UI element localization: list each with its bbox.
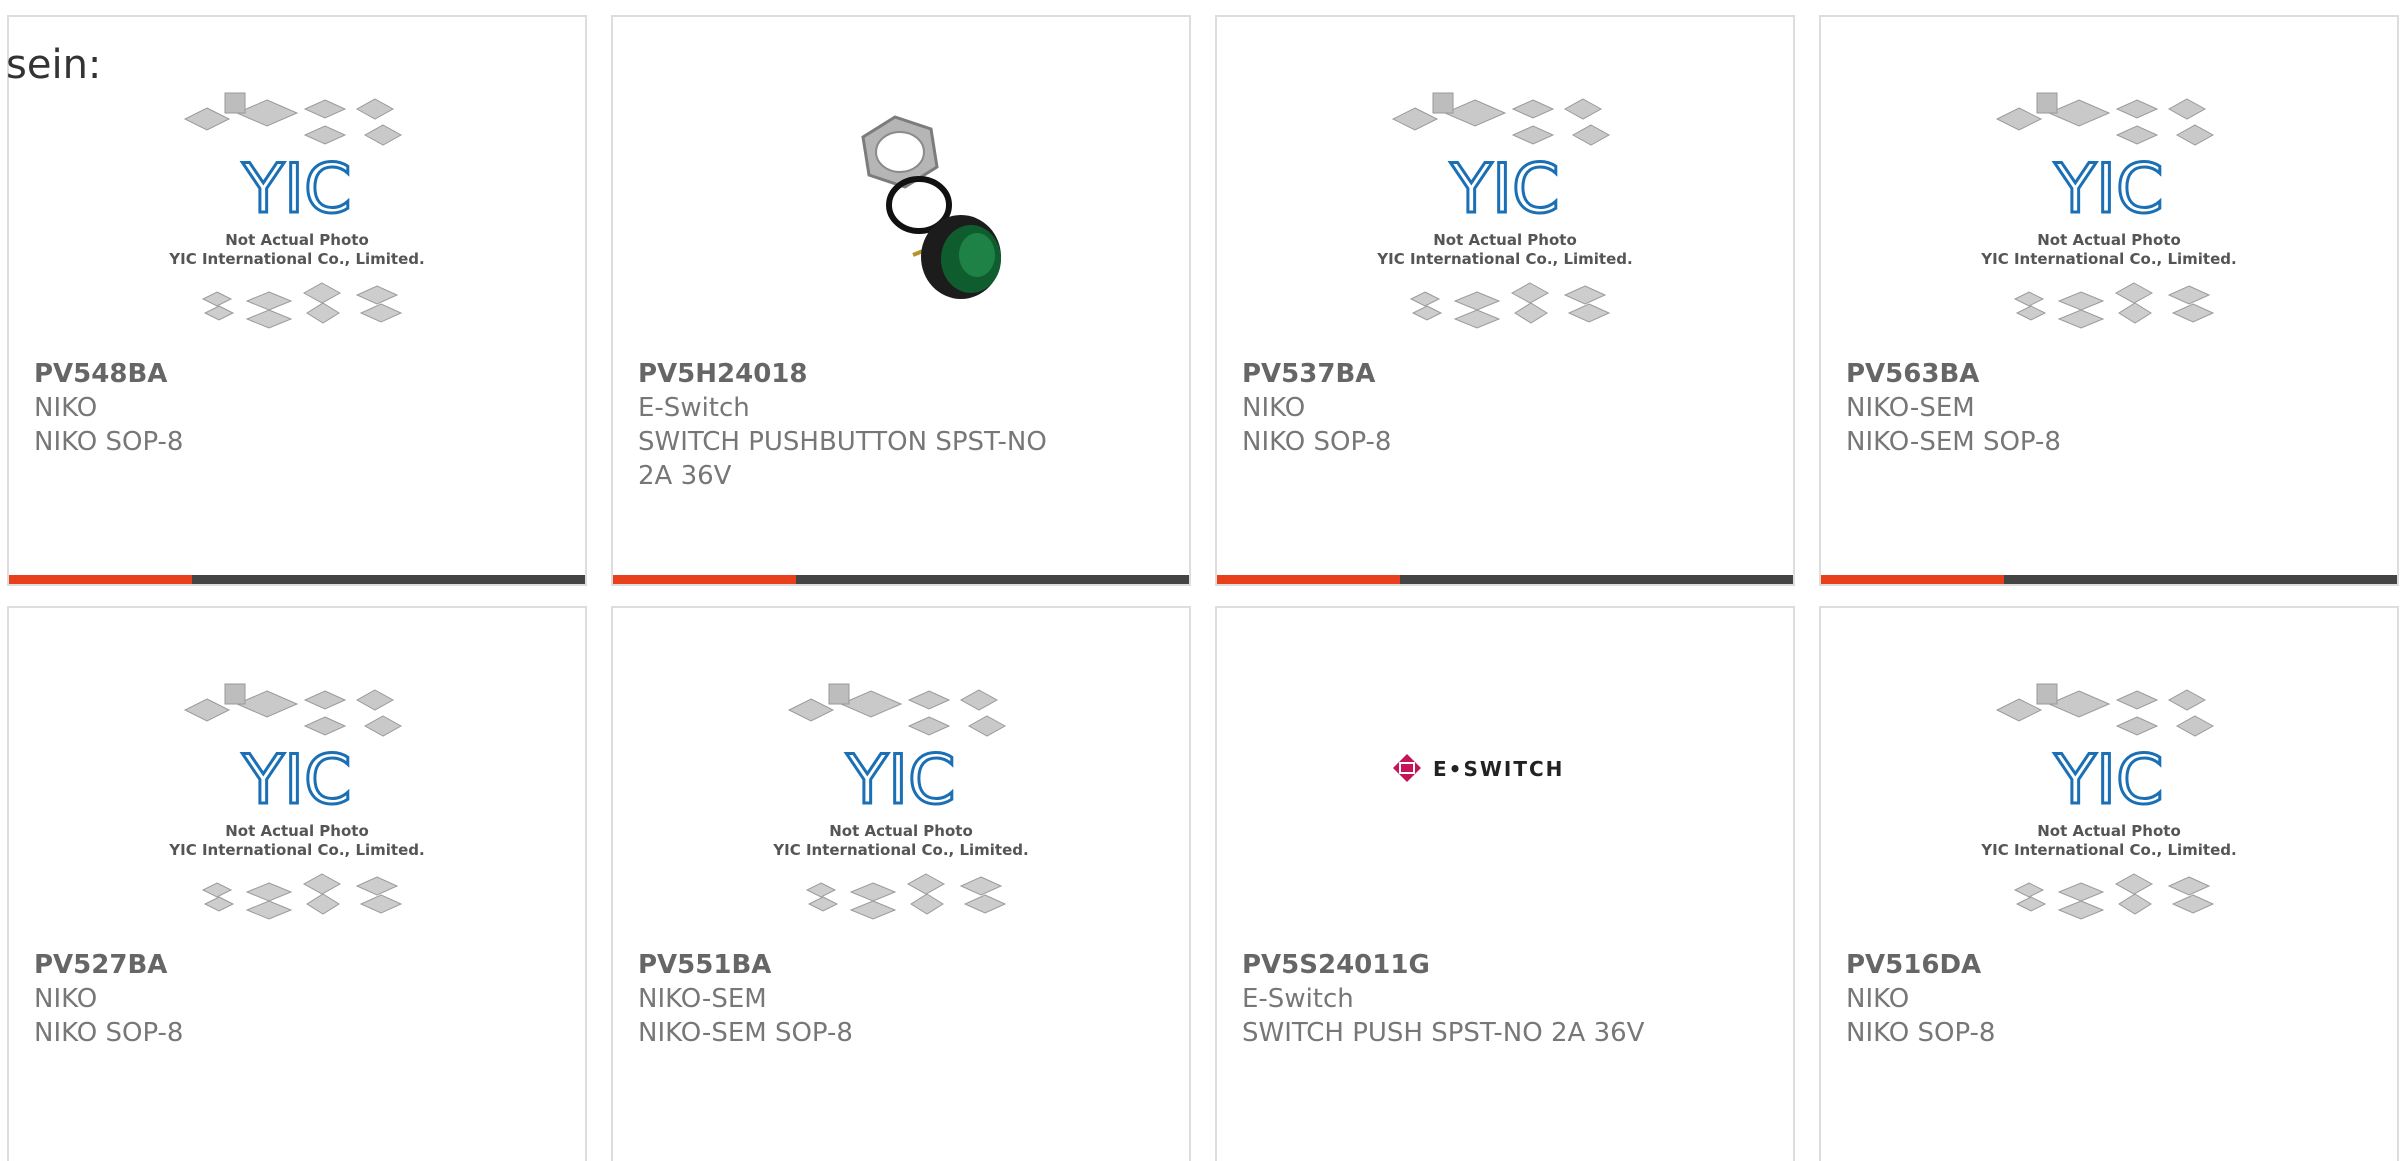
intro-text: sein:	[6, 42, 102, 88]
chip-icons-bottom	[201, 873, 403, 920]
chip-icons-top	[1995, 92, 2215, 146]
yic-logo: YIC	[845, 741, 955, 820]
product-image-placeholder[interactable]: YIC Not Actual Photo YIC International Co.…	[1821, 87, 2397, 357]
product-info: PV548BA NIKO NIKO SOP-8	[34, 357, 560, 459]
product-manufacturer: NIKO	[1242, 393, 1306, 423]
chip-icons-bottom	[805, 873, 1007, 920]
chip-icons-bottom	[2013, 873, 2215, 920]
product-info: PV537BA NIKO NIKO SOP-8	[1242, 357, 1768, 459]
product-card[interactable]: YIC Not Actual Photo YIC International Co.…	[611, 606, 1191, 1161]
product-part-number[interactable]: PV548BA	[34, 357, 560, 391]
card-accent-bar	[1821, 575, 2004, 584]
placeholder-note: Not Actual Photo	[2037, 822, 2181, 840]
product-part-number[interactable]: PV527BA	[34, 948, 560, 982]
product-manufacturer: NIKO	[34, 984, 98, 1014]
product-info: PV5H24018 E-Switch SWITCH PUSHBUTTON SPS…	[638, 357, 1164, 493]
svg-text:E•SWITCH: E•SWITCH	[1433, 757, 1564, 781]
product-image-placeholder[interactable]: YIC Not Actual Photo YIC International Co.…	[9, 87, 585, 357]
product-part-number[interactable]: PV516DA	[1846, 948, 2372, 982]
chip-icons-top	[787, 683, 1007, 737]
chip-icons-top	[1391, 92, 1611, 146]
product-manufacturer: NIKO-SEM	[638, 984, 767, 1014]
card-bottom-bar	[1217, 575, 1793, 584]
yic-placeholder-graphic: YIC Not Actual PhotoYIC International Co.…	[168, 92, 425, 329]
product-description: NIKO-SEM SOP-8	[1846, 427, 2061, 457]
product-description: NIKO SOP-8	[1846, 1018, 1996, 1048]
product-info: PV563BA NIKO-SEM NIKO-SEM SOP-8	[1846, 357, 2372, 459]
yic-placeholder-graphic: YIC Not Actual PhotoYIC International Co.…	[772, 683, 1029, 920]
placeholder-note: Not Actual Photo	[829, 822, 973, 840]
chip-icons-bottom	[2013, 282, 2215, 329]
placeholder-company: YIC International Co., Limited.	[168, 250, 424, 268]
chip-icons-top	[183, 683, 403, 737]
product-part-number[interactable]: PV5S24011G	[1242, 948, 1768, 982]
product-info: PV551BA NIKO-SEM NIKO-SEM SOP-8	[638, 948, 1164, 1050]
product-image-eswitch-logo[interactable]: E•SWITCH	[1217, 678, 1793, 948]
card-accent-bar	[9, 575, 192, 584]
product-part-number[interactable]: PV537BA	[1242, 357, 1768, 391]
product-image-placeholder[interactable]: YIC Not Actual Photo YIC International Co.…	[9, 678, 585, 948]
yic-placeholder-graphic: YIC Not Actual PhotoYIC International Co.…	[1980, 683, 2237, 920]
product-part-number[interactable]: PV551BA	[638, 948, 1164, 982]
product-description: NIKO SOP-8	[34, 1018, 184, 1048]
product-info: PV5S24011G E-Switch SWITCH PUSH SPST-NO …	[1242, 948, 1768, 1050]
placeholder-note: Not Actual Photo	[2037, 231, 2181, 249]
placeholder-company: YIC International Co., Limited.	[1980, 841, 2236, 859]
placeholder-company: YIC International Co., Limited.	[168, 841, 424, 859]
product-card[interactable]: YIC Not Actual Photo YIC International Co.…	[7, 15, 587, 586]
product-card[interactable]: PV5H24018 E-Switch SWITCH PUSHBUTTON SPS…	[611, 15, 1191, 586]
product-info: PV527BA NIKO NIKO SOP-8	[34, 948, 560, 1050]
pushbutton-photo	[861, 115, 1001, 299]
product-description: NIKO SOP-8	[1242, 427, 1392, 457]
product-manufacturer: NIKO-SEM	[1846, 393, 1975, 423]
product-part-number[interactable]: PV563BA	[1846, 357, 2372, 391]
placeholder-note: Not Actual Photo	[225, 822, 369, 840]
placeholder-note: Not Actual Photo	[1433, 231, 1577, 249]
card-bottom-bar	[9, 575, 585, 584]
eswitch-logo: E•SWITCH	[1393, 754, 1564, 782]
placeholder-company: YIC International Co., Limited.	[772, 841, 1028, 859]
product-description: SWITCH PUSHBUTTON SPST-NO 2A 36V	[638, 427, 1047, 491]
chip-icons-top	[183, 92, 403, 146]
product-image-pushbutton[interactable]	[613, 87, 1189, 357]
chip-icons-bottom	[201, 282, 403, 329]
yic-logo: YIC	[241, 741, 351, 820]
placeholder-note: Not Actual Photo	[225, 231, 369, 249]
product-part-number[interactable]: PV5H24018	[638, 357, 1164, 391]
product-card[interactable]: YIC Not Actual Photo YIC International Co.…	[1819, 15, 2399, 586]
product-description: NIKO-SEM SOP-8	[638, 1018, 853, 1048]
card-bottom-bar	[613, 575, 1189, 584]
yic-placeholder-graphic: YIC Not Actual PhotoYIC International Co.…	[1376, 92, 1633, 329]
card-accent-bar	[613, 575, 796, 584]
product-manufacturer: NIKO	[34, 393, 98, 423]
chip-icons-bottom	[1409, 282, 1611, 329]
product-card[interactable]: E•SWITCH PV5S24011G E-Switch SWITCH PUSH…	[1215, 606, 1795, 1161]
yic-placeholder-graphic: YIC Not Actual PhotoYIC International Co.…	[1980, 92, 2237, 329]
product-manufacturer: E-Switch	[638, 393, 750, 423]
product-card[interactable]: YIC Not Actual Photo YIC International Co.…	[1215, 15, 1795, 586]
yic-logo: YIC	[2053, 150, 2163, 229]
yic-logo: YIC	[241, 150, 351, 229]
placeholder-company: YIC International Co., Limited.	[1376, 250, 1632, 268]
product-description: NIKO SOP-8	[34, 427, 184, 457]
product-card[interactable]: YIC Not Actual Photo YIC International Co.…	[7, 606, 587, 1161]
card-accent-bar	[1217, 575, 1400, 584]
card-bottom-bar	[1821, 575, 2397, 584]
yic-logo: YIC	[1449, 150, 1559, 229]
product-image-placeholder[interactable]: YIC Not Actual Photo YIC International Co.…	[613, 678, 1189, 948]
product-description: SWITCH PUSH SPST-NO 2A 36V	[1242, 1018, 1645, 1048]
product-manufacturer: E-Switch	[1242, 984, 1354, 1014]
chip-icons-top	[1995, 683, 2215, 737]
product-card[interactable]: YIC Not Actual Photo YIC International Co.…	[1819, 606, 2399, 1161]
product-manufacturer: NIKO	[1846, 984, 1910, 1014]
product-grid-page: sein: YIC Not Actual Photo YIC Internation…	[0, 0, 2400, 1161]
yic-logo: YIC	[2053, 741, 2163, 820]
yic-placeholder-graphic: YIC Not Actual PhotoYIC International Co.…	[168, 683, 425, 920]
product-image-placeholder[interactable]: YIC Not Actual Photo YIC International Co.…	[1217, 87, 1793, 357]
placeholder-company: YIC International Co., Limited.	[1980, 250, 2236, 268]
product-info: PV516DA NIKO NIKO SOP-8	[1846, 948, 2372, 1050]
product-image-placeholder[interactable]: YIC Not Actual Photo YIC International Co.…	[1821, 678, 2397, 948]
